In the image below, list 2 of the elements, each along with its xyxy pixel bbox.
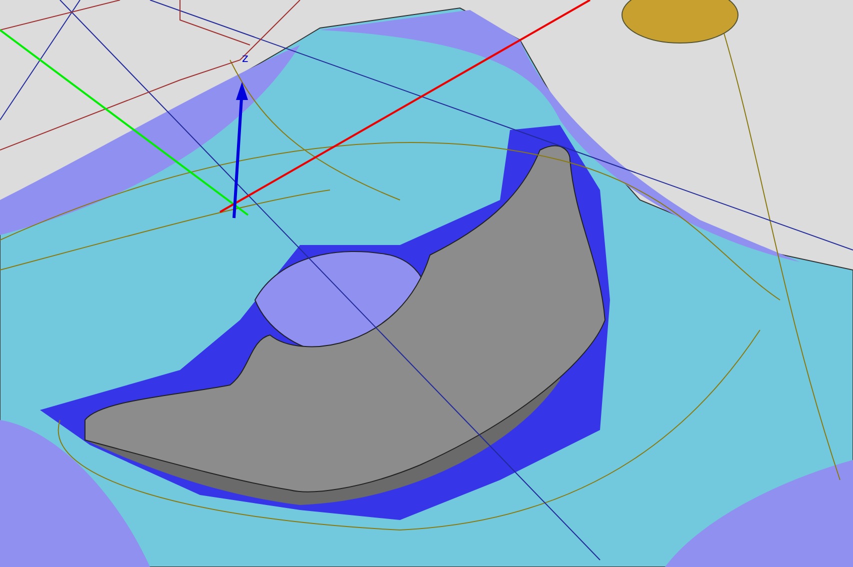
z-axis-label: z bbox=[242, 52, 248, 64]
3d-viewport[interactable]: z bbox=[0, 0, 853, 567]
